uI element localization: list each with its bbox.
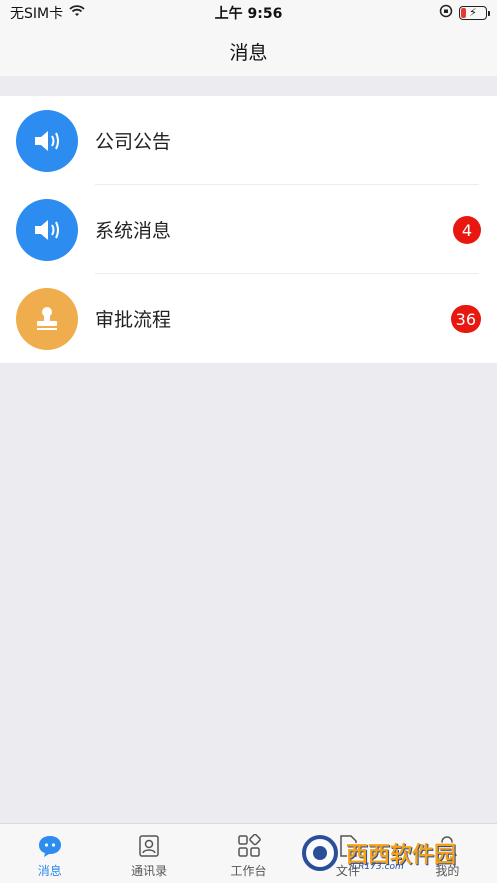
watermark-subtext: CR173.com [352,862,404,872]
speaker-icon [16,199,78,261]
status-left: 无SIM卡 [10,3,85,23]
unread-badge: 36 [450,305,481,333]
charging-icon: ⚡ [469,6,477,19]
chat-bubble-icon [37,834,63,858]
tab-profile[interactable]: 我的 [398,824,497,883]
tab-label: 消息 [37,864,62,878]
nav-bar: 消息 [0,26,497,76]
battery-icon: ⚡ [459,6,490,20]
carrier-label: 无SIM卡 [10,6,64,22]
message-item-approval[interactable]: 审批流程 36 [0,274,497,363]
wifi-icon [69,5,85,21]
file-icon [337,834,359,858]
tab-messages[interactable]: 消息 [0,824,99,883]
tab-label: 工作台 [230,864,267,878]
tab-workbench[interactable]: 工作台 [199,824,298,883]
message-item-label: 系统消息 [95,220,172,242]
workbench-icon [237,834,261,858]
profile-icon [436,834,458,858]
message-item-label: 审批流程 [95,309,172,331]
unread-badge: 4 [453,216,481,244]
message-item-system[interactable]: 系统消息 4 [0,185,497,274]
status-right: ⚡ [439,4,490,22]
tab-files[interactable]: 文件 [298,824,397,883]
stamp-icon [16,288,78,350]
message-item-label: 公司公告 [95,131,172,153]
rotation-lock-icon [439,4,453,22]
speaker-icon [16,110,78,172]
message-item-announcement[interactable]: 公司公告 [0,96,497,185]
message-list: 公司公告 系统消息 4 审批流程 36 [0,96,497,363]
tab-label: 我的 [435,864,460,878]
page-title: 消息 [229,41,268,64]
tab-label: 通讯录 [131,864,168,878]
tab-bar: 消息 通讯录 工作台 文件 我的 [0,823,497,883]
tab-contacts[interactable]: 通讯录 [99,824,198,883]
contacts-icon [137,834,161,858]
status-bar: 无SIM卡 上午 9:56 ⚡ [0,0,497,26]
